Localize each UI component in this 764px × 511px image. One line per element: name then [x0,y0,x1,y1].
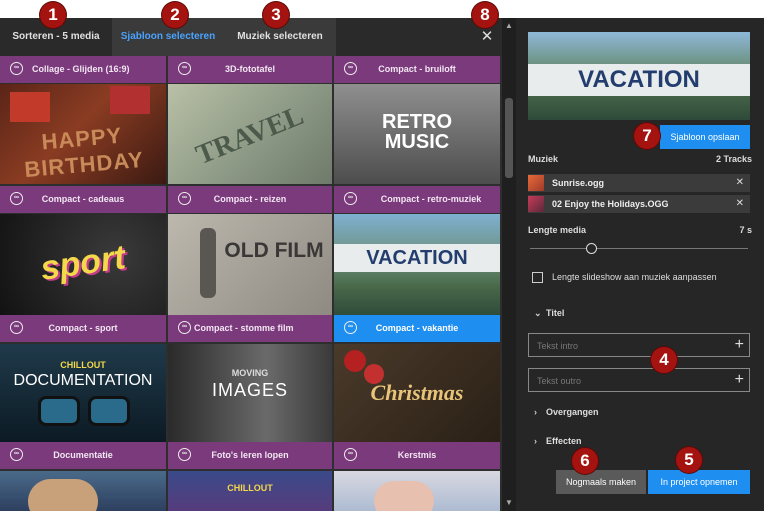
music-track[interactable]: Sunrise.ogg ✕ [528,174,750,192]
template-tile-label[interactable]: ∞ Compact - sport [0,315,166,342]
outro-text-input[interactable] [535,373,729,389]
template-tile-label[interactable]: ∞ Foto's leren lopen [168,442,332,469]
thumbnail-documentation[interactable]: CHILLOUT DOCUMENTATION [0,344,166,442]
thumbnail-retro-music[interactable]: RETRO MUSIC [334,84,500,184]
thumbnail-vacation[interactable]: VACATION [334,214,500,316]
loop-icon: ∞ [10,62,23,75]
add-to-project-button[interactable]: In project opnemen [648,470,750,494]
thumbnail-travel[interactable]: TRAVEL [168,84,332,184]
close-icon[interactable]: ✕ [478,28,496,46]
template-tile-label-selected[interactable]: ∞ Compact - vakantie [334,315,500,342]
callout-badge-2: 2 [162,2,188,28]
scroll-up-icon[interactable]: ▲ [502,20,516,32]
template-tile-label[interactable]: ∞ Kerstmis [334,442,500,469]
callout-badge-1: 1 [40,2,66,28]
loop-icon: ∞ [178,321,191,334]
thumbnail-old-film[interactable]: OLD FILM [168,214,332,316]
template-tile-label[interactable]: ∞ Compact - retro-muziek [334,186,500,213]
template-tile-label[interactable]: ∞ Collage - Glijden (16:9) [0,56,166,83]
template-tile-label[interactable]: ∞ 3D-fototafel [168,56,332,83]
length-value: 7 s [739,225,752,235]
track-thumbnail [528,175,544,191]
intro-text-input[interactable] [535,338,729,354]
template-browser: Sorteren - 5 media Sjabloon selecteren M… [0,18,502,511]
template-tile-label[interactable]: ∞ Compact - cadeaus [0,186,166,213]
thumbnail-moving-images[interactable]: MOVING IMAGES [168,344,332,442]
length-slider-handle[interactable] [586,243,597,254]
tab-bar: Sorteren - 5 media Sjabloon selecteren M… [0,18,502,56]
scroll-thumb[interactable] [505,98,513,178]
callout-badge-6: 6 [572,448,598,474]
redo-button[interactable]: Nogmaals maken [556,470,646,494]
thumbnail-christmas[interactable]: Christmas [334,344,500,442]
transitions-toggle[interactable]: › Overgangen [534,407,599,417]
template-preview: VACATION [528,32,750,120]
fit-to-music-label: Lengte slideshow aan muziek aanpassen [552,272,717,282]
callout-badge-7: 7 [634,123,660,149]
template-tile-label[interactable]: ∞ Compact - bruiloft [334,56,500,83]
intro-text-field[interactable]: + [528,333,750,357]
callout-badge-8: 8 [472,2,498,28]
outro-text-field[interactable]: + [528,368,750,392]
title-section-toggle[interactable]: ⌄ Titel [534,308,564,319]
thumbnail-chillout[interactable]: CHILLOUT [168,471,332,511]
track-count: 2 Tracks [715,154,752,164]
template-tile-label[interactable]: ∞ Compact - reizen [168,186,332,213]
thumbnail-birthday[interactable]: HAPPY BIRTHDAY [0,84,166,184]
effects-toggle[interactable]: › Effecten [534,436,582,446]
track-thumbnail [528,196,544,212]
settings-panel: VACATION Sjabloon opslaan Muziek 2 Track… [516,18,764,511]
add-intro-icon[interactable]: + [735,335,744,355]
top-strip [0,0,764,18]
callout-badge-4: 4 [651,347,677,373]
thumbnail-teddy[interactable] [0,471,166,511]
length-label: Lengte media [528,225,587,235]
thumbnail-sport[interactable]: sport [0,214,166,316]
add-outro-icon[interactable]: + [735,370,744,390]
remove-track-icon[interactable]: ✕ [736,195,744,213]
template-tile-label[interactable]: ∞ Documentatie [0,442,166,469]
loop-icon: ∞ [344,192,357,205]
music-label: Muziek [528,154,559,164]
chevron-right-icon: › [534,407,537,417]
callout-badge-3: 3 [263,2,289,28]
callout-badge-5: 5 [676,447,702,473]
length-slider-track[interactable] [530,248,748,249]
template-tile-label[interactable]: ∞ Compact - stomme film [168,315,332,342]
thumbnail-baby[interactable] [334,471,500,511]
music-track[interactable]: 02 Enjoy the Holidays.OGG ✕ [528,195,750,213]
remove-track-icon[interactable]: ✕ [736,174,744,192]
grid-scrollbar[interactable]: ▲ ▼ [502,18,516,511]
scroll-down-icon[interactable]: ▼ [502,497,516,509]
save-template-button[interactable]: Sjabloon opslaan [660,125,750,149]
chevron-down-icon: ⌄ [534,308,542,318]
fit-to-music-checkbox[interactable] [532,272,543,283]
chevron-right-icon: › [534,436,537,446]
